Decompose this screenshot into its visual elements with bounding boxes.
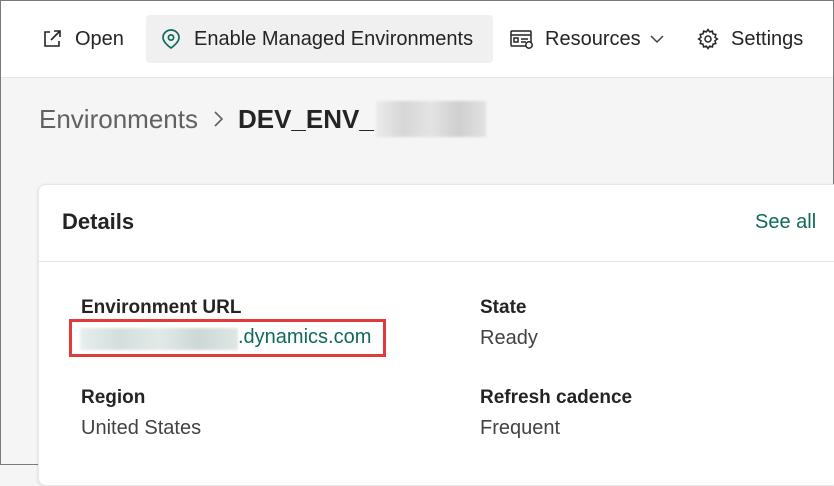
gear-icon <box>695 26 721 52</box>
settings-label: Settings <box>731 27 804 50</box>
details-card-header: Details See all <box>39 185 834 261</box>
redacted-url-prefix <box>80 328 238 350</box>
environment-url-highlight: .dynamics.com <box>69 319 386 357</box>
command-bar: Open Enable Managed Environments Resourc… <box>1 1 833 78</box>
region-label: Region <box>81 387 146 408</box>
managed-label: Enable Managed Environments <box>194 27 474 50</box>
details-card: Details See all Environment URL .dynamic… <box>38 184 834 486</box>
resources-label: Resources <box>545 27 641 50</box>
open-button[interactable]: Open <box>39 15 124 63</box>
environment-url-link[interactable]: .dynamics.com <box>238 326 371 349</box>
resources-icon <box>509 26 535 52</box>
breadcrumb: Environments DEV_ENV_ <box>39 99 486 139</box>
resources-dropdown[interactable]: Resources <box>509 15 665 63</box>
settings-button[interactable]: Settings <box>695 15 803 63</box>
open-external-icon <box>39 26 65 52</box>
open-label: Open <box>75 27 124 50</box>
redacted-environment-name <box>375 101 486 137</box>
managed-environment-icon <box>158 26 184 52</box>
refresh-cadence-label: Refresh cadence <box>480 387 633 408</box>
header-divider <box>39 261 834 262</box>
details-title: Details <box>62 209 135 234</box>
environment-url-label: Environment URL <box>81 297 242 318</box>
see-all-link[interactable]: See all <box>755 211 816 234</box>
chevron-down-icon <box>649 33 665 45</box>
chevron-right-icon <box>212 109 224 129</box>
state-value: Ready <box>480 327 538 349</box>
breadcrumb-current: DEV_ENV_ <box>237 103 374 134</box>
region-value: United States <box>81 417 202 439</box>
refresh-cadence-value: Frequent <box>480 417 561 439</box>
state-label: State <box>480 297 527 318</box>
enable-managed-environments-button[interactable]: Enable Managed Environments <box>146 15 493 63</box>
breadcrumb-environments-link[interactable]: Environments <box>39 104 198 135</box>
